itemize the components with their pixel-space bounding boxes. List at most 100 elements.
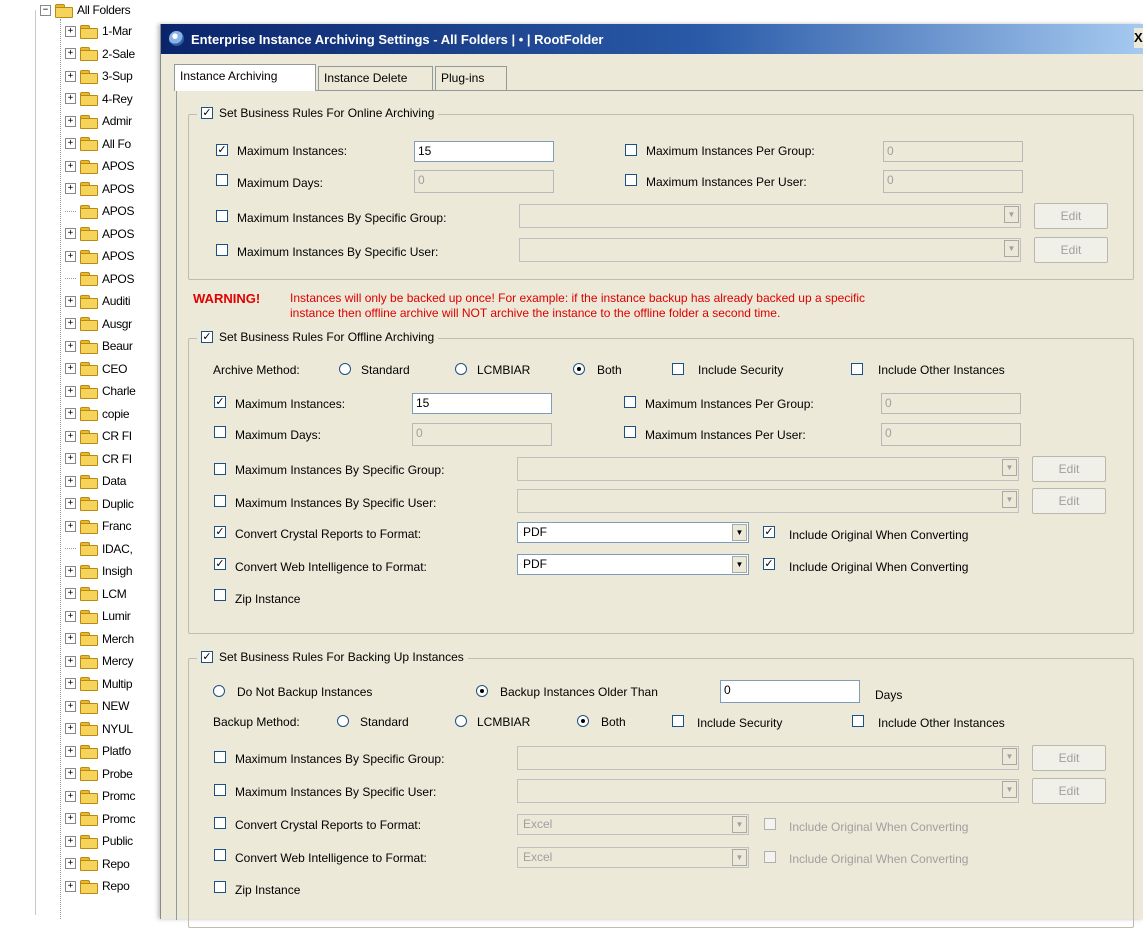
tab-instance-archiving[interactable]: Instance Archiving (174, 64, 316, 91)
title-bar[interactable]: Enterprise Instance Archiving Settings -… (161, 24, 1143, 54)
online-by-group-select[interactable]: ▼ (519, 204, 1021, 228)
offline-user-edit-button[interactable]: Edit (1032, 488, 1106, 514)
expand-icon[interactable]: + (65, 723, 76, 734)
tree-item[interactable]: + copie (65, 404, 130, 424)
backup-older-than-radio[interactable] (476, 685, 488, 697)
expand-icon[interactable]: + (65, 880, 76, 892)
offline-zip-checkbox[interactable] (214, 589, 226, 601)
folder-tree[interactable]: − All Folders +1-Mar +2-Sale +3-Sup +4-Rey +… (0, 0, 165, 919)
expand-icon[interactable]: + (65, 408, 76, 419)
dropdown-arrow-icon[interactable]: ▼ (1004, 206, 1019, 223)
tree-root[interactable]: − All Folders (40, 0, 131, 20)
backup-include-security-checkbox[interactable] (672, 715, 684, 727)
tree-item[interactable]: + NYUL (65, 719, 133, 739)
online-by-user-checkbox[interactable] (216, 244, 228, 256)
expand-icon[interactable]: + (65, 183, 76, 194)
online-max-days-input[interactable]: 0 (414, 170, 554, 193)
expand-icon[interactable]: + (65, 790, 76, 802)
backup-by-group-checkbox[interactable] (214, 751, 226, 763)
tree-item[interactable]: + Lumir (65, 606, 131, 626)
expand-icon[interactable]: + (65, 858, 76, 869)
backup-by-group-select[interactable]: ▼ (517, 746, 1019, 770)
expand-icon[interactable]: + (65, 565, 76, 577)
dropdown-arrow-icon[interactable]: ▼ (1002, 781, 1017, 798)
collapse-icon[interactable]: − (40, 4, 51, 16)
backup-zip-checkbox[interactable] (214, 881, 226, 893)
tree-item[interactable]: + Duplic (65, 494, 134, 514)
backup-convert-cr-checkbox[interactable] (214, 817, 226, 829)
archive-method-lcmbiar-radio[interactable] (455, 363, 467, 375)
offline-per-user-input[interactable]: 0 (881, 423, 1021, 446)
expand-icon[interactable]: + (65, 655, 76, 667)
online-per-user-checkbox[interactable] (625, 174, 637, 186)
tree-item[interactable]: + Promc (65, 809, 135, 829)
backup-method-standard-radio[interactable] (337, 715, 349, 727)
backup-include-other-checkbox[interactable] (852, 715, 864, 727)
online-max-instances-input[interactable]: 15 (414, 141, 554, 162)
dropdown-arrow-icon[interactable]: ▼ (732, 849, 747, 866)
tree-item[interactable]: + CR FI (65, 449, 132, 469)
tree-item[interactable]: + Public (65, 831, 133, 851)
tree-item[interactable]: + Admir (65, 111, 132, 131)
backup-user-edit-button[interactable]: Edit (1032, 778, 1106, 804)
expand-icon[interactable]: + (65, 475, 76, 487)
tree-item[interactable]: + Beaur (65, 336, 133, 356)
tree-item[interactable]: + Multip (65, 674, 133, 694)
expand-icon[interactable]: + (65, 318, 76, 329)
tree-item[interactable]: + Data (65, 471, 126, 491)
tree-item[interactable]: + Repo (65, 876, 130, 896)
tree-item[interactable]: + APOS (65, 246, 134, 266)
online-max-instances-checkbox[interactable]: ✓ (216, 144, 228, 156)
backup-by-user-select[interactable]: ▼ (517, 779, 1019, 803)
offline-by-user-checkbox[interactable] (214, 495, 226, 507)
backup-instances-checkbox[interactable]: ✓ (201, 651, 213, 663)
tree-item[interactable]: + Mercy (65, 651, 133, 671)
expand-icon[interactable]: + (65, 678, 76, 689)
tree-item[interactable]: + All Fo (65, 134, 131, 154)
dropdown-arrow-icon[interactable]: ▼ (1002, 459, 1017, 476)
tree-item[interactable]: + Ausgr (65, 314, 132, 334)
tree-item[interactable]: + APOS (65, 224, 134, 244)
online-group-edit-button[interactable]: Edit (1034, 203, 1108, 229)
offline-per-group-checkbox[interactable] (624, 396, 636, 408)
expand-icon[interactable]: + (65, 70, 76, 82)
tree-item[interactable]: + Franc (65, 516, 131, 536)
expand-icon[interactable]: + (65, 610, 76, 622)
offline-webi-include-original-checkbox[interactable]: ✓ (763, 558, 775, 570)
offline-cr-include-original-checkbox[interactable]: ✓ (763, 526, 775, 538)
offline-by-group-checkbox[interactable] (214, 463, 226, 475)
tree-item[interactable]: +3-Sup (65, 66, 133, 86)
archive-method-both-radio[interactable] (573, 363, 585, 375)
do-not-backup-radio[interactable] (213, 685, 225, 697)
online-per-user-input[interactable]: 0 (883, 170, 1023, 193)
dropdown-arrow-icon[interactable]: ▼ (1004, 240, 1019, 257)
tree-item[interactable]: IDAC, (65, 539, 133, 559)
backup-method-lcmbiar-radio[interactable] (455, 715, 467, 727)
tree-item[interactable]: + Insigh (65, 561, 133, 581)
backup-convert-webi-select[interactable]: Excel ▼ (517, 847, 749, 868)
backup-days-input[interactable]: 0 (720, 680, 860, 703)
expand-icon[interactable]: + (65, 138, 76, 149)
offline-max-days-input[interactable]: 0 (412, 423, 552, 446)
offline-group-edit-button[interactable]: Edit (1032, 456, 1106, 482)
tree-item[interactable]: + Charle (65, 381, 136, 401)
tree-item[interactable]: +1-Mar (65, 21, 132, 41)
expand-icon[interactable]: + (65, 93, 76, 104)
expand-icon[interactable]: + (65, 588, 76, 599)
tree-item[interactable]: +4-Rey (65, 89, 133, 109)
backup-method-both-radio[interactable] (577, 715, 589, 727)
expand-icon[interactable]: + (65, 768, 76, 779)
expand-icon[interactable]: + (65, 295, 76, 307)
dropdown-arrow-icon[interactable]: ▼ (1002, 491, 1017, 508)
expand-icon[interactable]: + (65, 700, 76, 712)
offline-archiving-checkbox[interactable]: ✓ (201, 331, 213, 343)
online-user-edit-button[interactable]: Edit (1034, 237, 1108, 263)
expand-icon[interactable]: + (65, 340, 76, 352)
tree-item[interactable]: APOS (65, 201, 134, 221)
backup-convert-webi-checkbox[interactable] (214, 849, 226, 861)
expand-icon[interactable]: + (65, 385, 76, 397)
online-by-group-checkbox[interactable] (216, 210, 228, 222)
dropdown-arrow-icon[interactable]: ▼ (732, 556, 747, 573)
expand-icon[interactable]: + (65, 363, 76, 374)
dropdown-arrow-icon[interactable]: ▼ (732, 816, 747, 833)
